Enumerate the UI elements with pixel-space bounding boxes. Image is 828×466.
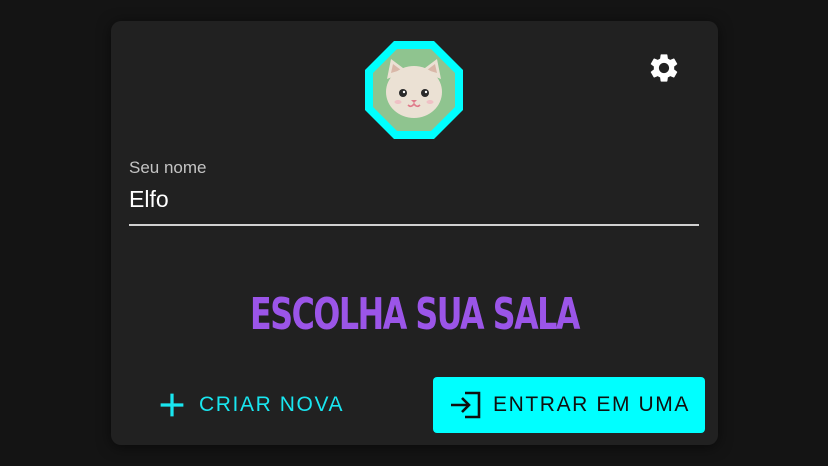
- name-input-underline: [129, 224, 699, 226]
- avatar-button[interactable]: [363, 39, 465, 141]
- cat-face-icon: [365, 41, 463, 139]
- profile-card: Seu nome ESCOLHA SUA SALA CRIAR NOVA ENT…: [111, 21, 718, 445]
- gear-icon: [650, 54, 678, 82]
- join-room-label: ENTRAR EM UMA: [493, 393, 690, 416]
- create-room-button[interactable]: CRIAR NOVA: [159, 377, 369, 433]
- plus-icon: [159, 392, 185, 418]
- join-room-button[interactable]: ENTRAR EM UMA: [433, 377, 705, 433]
- create-room-label: CRIAR NOVA: [199, 393, 345, 416]
- name-label: Seu nome: [129, 158, 207, 177]
- name-field: Seu nome: [129, 155, 699, 227]
- settings-button[interactable]: [647, 51, 681, 85]
- login-icon: [449, 390, 483, 420]
- name-input[interactable]: [129, 183, 697, 215]
- room-heading: ESCOLHA SUA SALA: [249, 289, 580, 340]
